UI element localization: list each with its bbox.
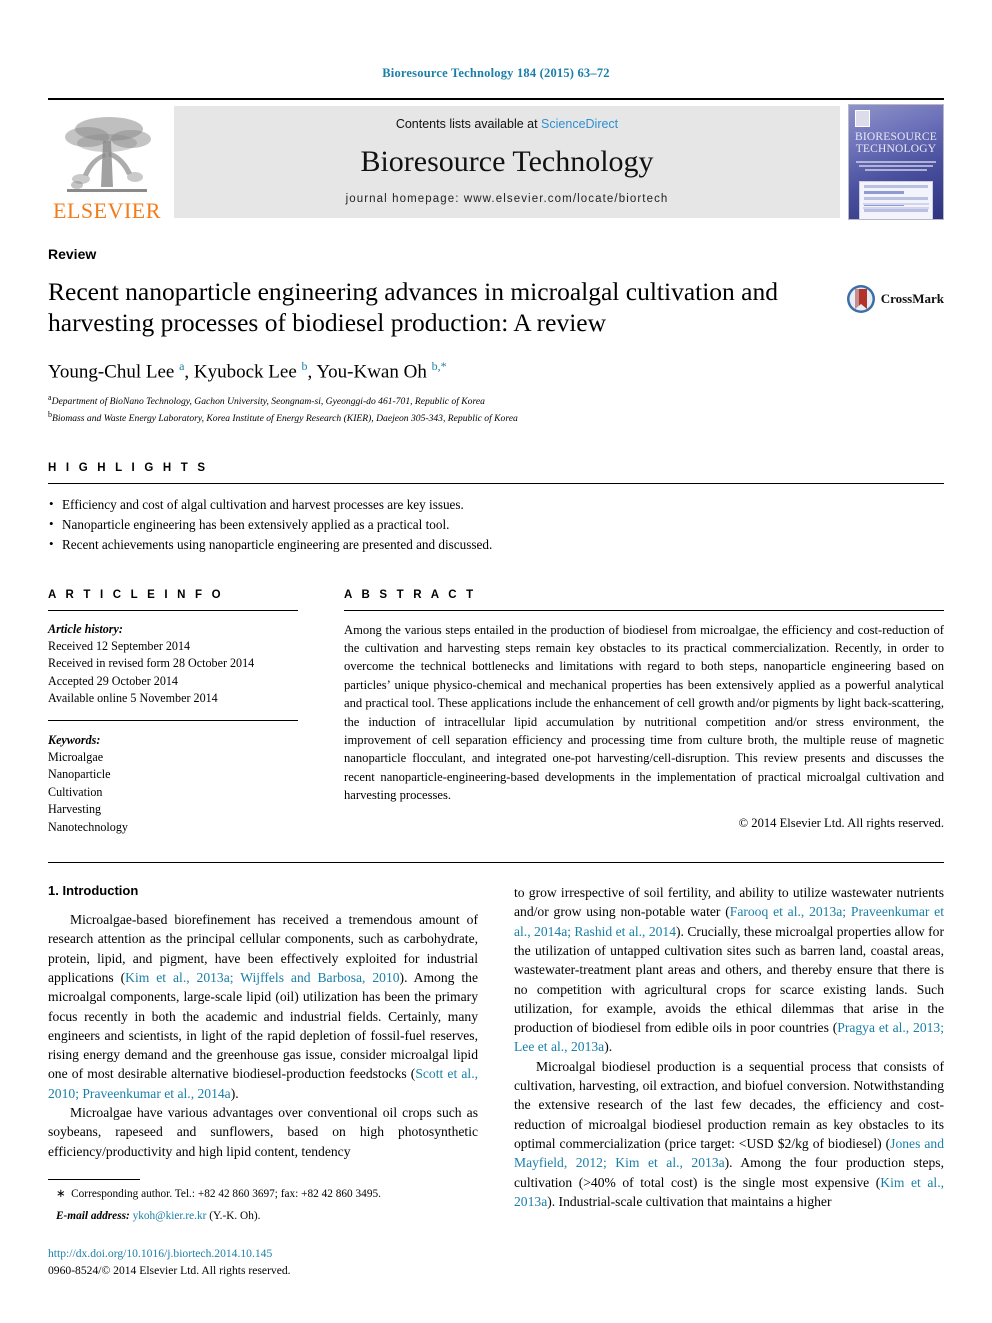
body-columns: 1. Introduction Microalgae-based biorefi… (48, 883, 944, 1279)
cover-footer-lines (863, 203, 929, 211)
keywords-block: Keywords: Microalgae Nanoparticle Cultiv… (48, 719, 298, 836)
corresponding-author-note: ∗ Corresponding author. Tel.: +82 42 860… (56, 1187, 381, 1200)
article-info-column: A R T I C L E I N F O Article history: R… (48, 589, 298, 836)
page-title: Recent nanoparticle engineering advances… (48, 277, 778, 338)
paragraph: to grow irrespective of soil fertility, … (514, 885, 945, 1055)
abstract-text: Among the various steps entailed in the … (344, 622, 944, 802)
crossmark-label: CrossMark (880, 291, 944, 306)
highlights-heading: H I G H L I G H T S (48, 462, 209, 475)
journal-homepage[interactable]: journal homepage: www.elsevier.com/locat… (346, 193, 669, 205)
keyword-item: Microalgae (48, 750, 104, 765)
affiliation-b: bBiomass and Waste Energy Laboratory, Ko… (48, 410, 518, 425)
email-link[interactable]: ykoh@kier.re.kr (133, 1210, 207, 1222)
article-history-label: Article history: (48, 621, 123, 636)
elsevier-logo: ELSEVIER (48, 100, 166, 224)
journal-title: Bioresource Technology (360, 145, 654, 178)
email-note: E-mail address: ykoh@kier.re.kr (Y.-K. O… (48, 1208, 478, 1224)
cover-figure-panel (859, 181, 933, 219)
highlights-divider (48, 483, 944, 485)
keyword-item: Nanoparticle (48, 767, 111, 782)
history-item: Accepted 29 October 2014 (48, 673, 178, 688)
paragraph: Microalgae-based biorefinement has recei… (48, 912, 478, 1101)
highlights-list: Efficiency and cost of algal cultivation… (48, 494, 944, 555)
doi-link[interactable]: http://dx.doi.org/10.1016/j.biortech.201… (48, 1245, 478, 1262)
crossmark-icon (846, 285, 875, 313)
keywords-label: Keywords: (48, 732, 101, 747)
masthead-center-panel: Contents lists available at ScienceDirec… (174, 106, 840, 218)
issn-copyright: 0960-8524/© 2014 Elsevier Ltd. All right… (48, 1264, 291, 1278)
history-item: Received 12 September 2014 (48, 639, 191, 654)
section-heading-introduction: 1. Introduction (48, 883, 139, 899)
keyword-item: Harvesting (48, 802, 102, 817)
contents-prefix: Contents lists available at (395, 117, 542, 131)
affiliations: aDepartment of BioNano Technology, Gacho… (48, 392, 944, 426)
body-top-divider (48, 862, 944, 864)
crossmark-badge[interactable]: CrossMark (846, 284, 944, 314)
sciencedirect-link[interactable]: ScienceDirect (541, 117, 618, 131)
affiliation-a: aDepartment of BioNano Technology, Gacho… (48, 393, 485, 408)
cover-title: BIORESOURCE TECHNOLOGY (849, 131, 943, 156)
abstract-divider (344, 609, 944, 611)
keyword-item: Cultivation (48, 784, 103, 799)
article-info-heading: A R T I C L E I N F O (48, 588, 224, 601)
list-item: Recent achievements using nanoparticle e… (48, 534, 944, 555)
article-history-block: Article history: Received 12 September 2… (48, 621, 298, 708)
journal-cover-thumbnail: BIORESOURCE TECHNOLOGY (848, 104, 944, 220)
article-type: Review (48, 246, 97, 262)
list-item: Efficiency and cost of algal cultivation… (48, 494, 944, 515)
contents-available-line: Contents lists available at ScienceDirec… (396, 117, 618, 131)
highlights-section: H I G H L I G H T S Efficiency and cost … (48, 462, 944, 554)
cover-subtitle-lines (856, 161, 936, 175)
paragraph: Microalgae have various advantages over … (48, 1105, 478, 1159)
info-abstract-section: A R T I C L E I N F O Article history: R… (48, 589, 944, 836)
history-item: Available online 5 November 2014 (48, 691, 218, 706)
author-list: Young-Chul Lee a, Kyubock Lee b, You-Kwa… (48, 358, 447, 383)
footnote-rule (48, 1178, 140, 1180)
email-suffix: (Y.-K. Oh). (209, 1210, 261, 1223)
list-item: Nanoparticle engineering has been extens… (48, 514, 944, 535)
cover-title-line1: BIORESOURCE (854, 131, 938, 143)
doi-block: http://dx.doi.org/10.1016/j.biortech.201… (48, 1245, 478, 1280)
abstract-heading: A B S T R A C T (344, 588, 477, 601)
cover-title-line2: TECHNOLOGY (855, 143, 937, 156)
journal-masthead: ELSEVIER Contents lists available at Sci… (48, 98, 944, 224)
elsevier-wordmark: ELSEVIER (53, 198, 161, 223)
running-head: Bioresource Technology 184 (2015) 63–72 (382, 66, 610, 80)
abstract-copyright: © 2014 Elsevier Ltd. All rights reserved… (738, 816, 944, 831)
article-info-divider (48, 609, 298, 611)
abstract-column: A B S T R A C T Among the various steps … (344, 589, 944, 836)
footnote-block: ∗ Corresponding author. Tel.: +82 42 860… (48, 1178, 478, 1225)
paragraph: Microalgal biodiesel production is a seq… (514, 1058, 944, 1209)
history-item: Received in revised form 28 October 2014 (48, 656, 255, 671)
body-column-left: 1. Introduction Microalgae-based biorefi… (48, 883, 478, 1279)
email-label: E-mail address: (56, 1210, 130, 1223)
cover-publisher-badge (855, 110, 870, 127)
title-block: Recent nanoparticle engineering advances… (48, 276, 944, 339)
paper-page: Bioresource Technology 184 (2015) 63–72 (0, 0, 992, 1323)
keyword-item: Nanotechnology (48, 819, 128, 834)
body-column-right: to grow irrespective of soil fertility, … (514, 883, 944, 1279)
elsevier-tree-icon (65, 117, 151, 192)
